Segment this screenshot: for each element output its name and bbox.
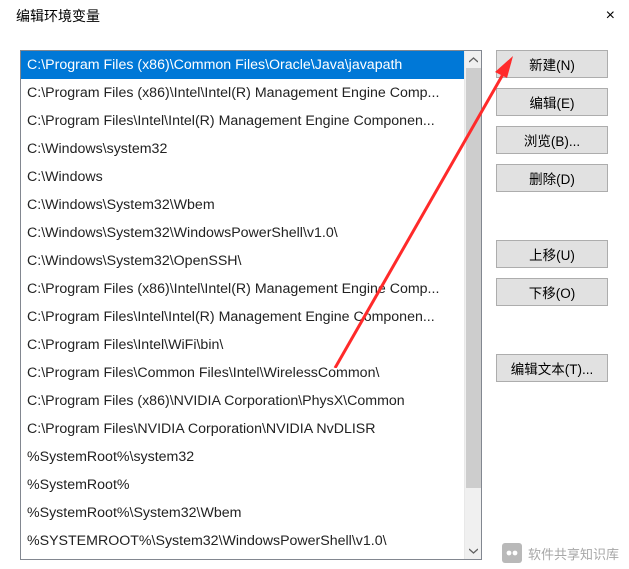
titlebar: 编辑环境变量 × (0, 0, 629, 32)
list-item[interactable]: C:\Windows (21, 163, 465, 191)
list-item[interactable]: %SYSTEMROOT%\System32\WindowsPowerShell\… (21, 527, 465, 555)
list-item[interactable]: C:\Program Files\Intel\WiFi\bin\ (21, 331, 465, 359)
path-listbox[interactable]: C:\Program Files (x86)\Common Files\Orac… (20, 50, 482, 560)
list-item[interactable]: C:\Program Files\Common Files\Intel\Wire… (21, 359, 465, 387)
move-down-button[interactable]: 下移(O) (496, 278, 608, 306)
list-item[interactable]: %SYSTEMROOT%\System32\OpenSSH\ (21, 555, 465, 559)
list-item[interactable]: C:\Windows\System32\WindowsPowerShell\v1… (21, 219, 465, 247)
list-item[interactable]: %SystemRoot%\system32 (21, 443, 465, 471)
list-item[interactable]: C:\Program Files (x86)\Common Files\Orac… (21, 51, 465, 79)
list-item[interactable]: C:\Windows\system32 (21, 135, 465, 163)
edit-text-button[interactable]: 编辑文本(T)... (496, 354, 608, 382)
list-item[interactable]: C:\Program Files\Intel\Intel(R) Manageme… (21, 107, 465, 135)
close-icon[interactable]: × (602, 7, 619, 25)
scroll-thumb[interactable] (466, 68, 481, 488)
move-up-button[interactable]: 上移(U) (496, 240, 608, 268)
watermark-text: 软件共享知识库 (528, 544, 619, 563)
list-item[interactable]: C:\Program Files\Intel\Intel(R) Manageme… (21, 303, 465, 331)
edit-button[interactable]: 编辑(E) (496, 88, 608, 116)
list-item[interactable]: C:\Windows\System32\Wbem (21, 191, 465, 219)
watermark-icon (502, 543, 522, 563)
new-button[interactable]: 新建(N) (496, 50, 608, 78)
list-item[interactable]: %SystemRoot%\System32\Wbem (21, 499, 465, 527)
list-item[interactable]: C:\Program Files (x86)\Intel\Intel(R) Ma… (21, 275, 465, 303)
dialog-content: C:\Program Files (x86)\Common Files\Orac… (0, 32, 629, 560)
browse-button[interactable]: 浏览(B)... (496, 126, 608, 154)
window-title: 编辑环境变量 (16, 6, 100, 26)
list-item[interactable]: C:\Windows\System32\OpenSSH\ (21, 247, 465, 275)
list-item[interactable]: C:\Program Files (x86)\NVIDIA Corporatio… (21, 387, 465, 415)
list-item[interactable]: C:\Program Files\NVIDIA Corporation\NVID… (21, 415, 465, 443)
scroll-up-icon[interactable] (465, 51, 481, 68)
scroll-down-icon[interactable] (465, 542, 481, 559)
delete-button[interactable]: 删除(D) (496, 164, 608, 192)
list-item[interactable]: C:\Program Files (x86)\Intel\Intel(R) Ma… (21, 79, 465, 107)
button-column: 新建(N) 编辑(E) 浏览(B)... 删除(D) 上移(U) 下移(O) 编… (496, 50, 608, 560)
path-list-inner: C:\Program Files (x86)\Common Files\Orac… (21, 51, 465, 559)
watermark: 软件共享知识库 (502, 543, 619, 563)
list-item[interactable]: %SystemRoot% (21, 471, 465, 499)
scrollbar[interactable] (464, 51, 481, 559)
